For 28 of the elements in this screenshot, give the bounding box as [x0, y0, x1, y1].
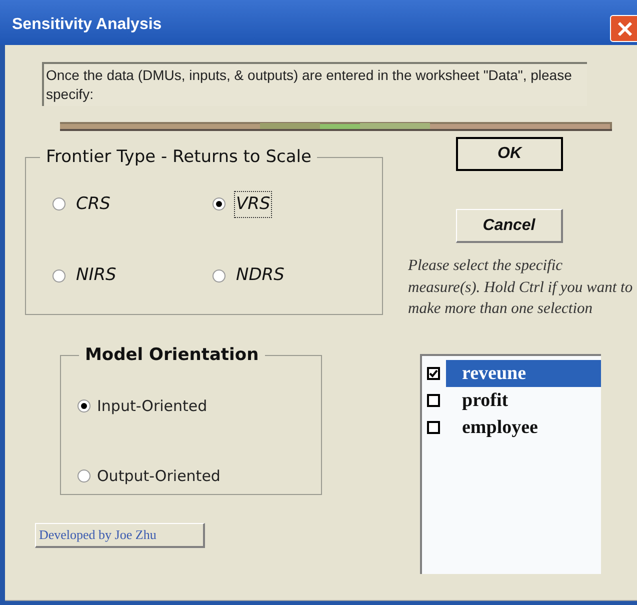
- dialog-button[interactable]: OK: [456, 137, 563, 171]
- help-text: Please select the specific measure(s). Hold Ctrl if you want to make more than one selection: [408, 256, 633, 319]
- option-label: Output-Oriented: [97, 466, 220, 487]
- option-label: VRS: [234, 190, 272, 218]
- window-title: Sensitivity Analysis: [12, 15, 162, 35]
- option-label: Input-Oriented: [97, 396, 208, 416]
- radio-button[interactable]: [77, 469, 91, 484]
- list-item[interactable]: reveune: [446, 360, 601, 386]
- close-button[interactable]: [610, 15, 637, 42]
- radio-button[interactable]: [77, 398, 91, 413]
- close-icon: [617, 20, 633, 36]
- group-title: Frontier Type - Returns to Scale: [45, 146, 312, 169]
- list-item[interactable]: employee: [446, 414, 601, 440]
- checkbox[interactable]: [427, 366, 440, 380]
- checkbox[interactable]: [427, 394, 440, 406]
- list-item[interactable]: profit: [446, 386, 601, 414]
- radio-button[interactable]: [212, 268, 226, 283]
- option-label: NDRS: [235, 264, 286, 287]
- option-label: NIRS: [75, 264, 118, 287]
- group-title: Model Orientation: [84, 344, 260, 367]
- credit-button[interactable]: Developed by Joe Zhu: [35, 523, 205, 548]
- checkbox[interactable]: [427, 420, 440, 434]
- instruction-label: Once the data (DMUs, inputs, & outputs) are entered in the worksheet "Data", please specify:: [42, 62, 587, 106]
- radio-button[interactable]: [52, 268, 66, 283]
- radio-button[interactable]: [212, 197, 226, 212]
- radio-button[interactable]: [52, 197, 66, 212]
- dialog-button[interactable]: Cancel: [456, 209, 563, 243]
- option-label: CRS: [75, 192, 112, 216]
